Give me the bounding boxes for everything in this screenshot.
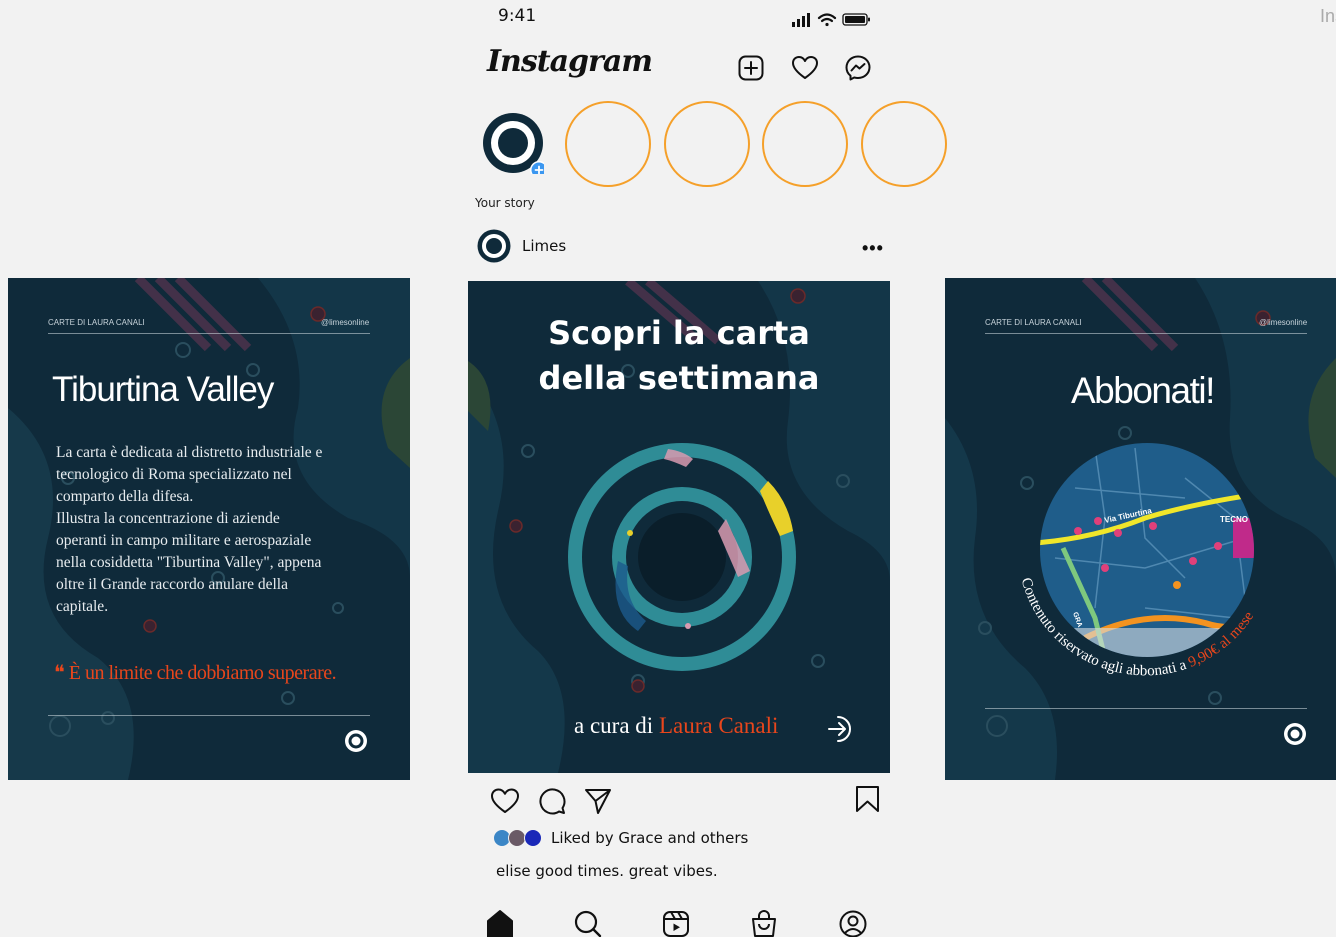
post-image[interactable]: Scopri la carta della settimana a cura d… [468, 281, 890, 773]
search-icon[interactable] [573, 908, 603, 937]
story-ring[interactable] [664, 101, 750, 187]
likes-text[interactable]: Liked by Grace and others [551, 829, 748, 847]
post-caption: elise good times. great vibes. [496, 862, 718, 880]
arrow-right-icon[interactable] [825, 714, 855, 744]
left-carousel-card[interactable]: CARTE DI LAURA CANALI @limesonline Tibur… [8, 278, 410, 780]
bookmark-icon[interactable] [853, 784, 883, 814]
home-icon[interactable] [485, 908, 515, 937]
top-divider [985, 333, 1307, 334]
signal-icon [792, 13, 810, 27]
heart-icon[interactable] [791, 54, 819, 82]
card-body-text: La carta è dedicata al distretto industr… [56, 444, 323, 615]
story-ring[interactable] [762, 101, 848, 187]
card-title: Abbonati! [1071, 370, 1215, 411]
comment-icon[interactable] [537, 786, 567, 816]
liked-by-avatars[interactable] [493, 829, 545, 847]
bottom-divider [48, 715, 370, 716]
target-graphic [568, 443, 796, 671]
battery-icon [842, 13, 870, 26]
top-divider [48, 333, 370, 334]
card-title: Tiburtina Valley [52, 370, 274, 409]
limes-logo-icon [1284, 723, 1306, 745]
reels-icon[interactable] [661, 908, 691, 937]
card-quote: ❝ È un limite che dobbiamo superare. [54, 662, 337, 684]
credit-author: Laura Canali [658, 713, 779, 738]
status-time: 9:41 [498, 6, 537, 26]
add-post-icon[interactable] [737, 54, 765, 82]
card-credit-label: CARTE DI LAURA CANALI [985, 318, 1082, 327]
status-icons [792, 13, 870, 27]
right-carousel-card[interactable]: Via Tiburtina TECNO GRA Contenuto riserv… [945, 278, 1336, 780]
more-options-icon[interactable]: ••• [862, 239, 884, 257]
profile-icon[interactable] [838, 908, 868, 937]
credit-prefix: a cura di [574, 713, 659, 738]
share-icon[interactable] [583, 786, 613, 816]
post-credit: a cura di Laura Canali [574, 713, 778, 739]
card-credit-label: CARTE DI LAURA CANALI [48, 318, 145, 327]
limes-logo-icon [345, 730, 367, 752]
shop-icon[interactable] [749, 908, 779, 937]
card-handle-label: @limesonline [1259, 318, 1308, 327]
post-username[interactable]: Limes [522, 237, 566, 255]
card-handle-label: @limesonline [321, 318, 370, 327]
map-background: Via Tiburtina TECNO GRA Contenuto riserv… [945, 278, 1336, 780]
post-avatar[interactable] [477, 229, 511, 263]
map-area-label: TECNO [1220, 515, 1248, 524]
post-headline: Scopri la carta della settimana [538, 314, 820, 397]
your-story-label: Your story [475, 196, 535, 210]
like-icon[interactable] [490, 786, 520, 816]
bottom-divider [985, 708, 1307, 709]
your-story-avatar[interactable] [482, 112, 544, 174]
wifi-icon [817, 13, 837, 27]
instagram-logo[interactable]: Instagram [487, 44, 653, 79]
messenger-icon[interactable] [844, 54, 872, 82]
story-ring[interactable] [861, 101, 947, 187]
partial-header-text: Ins [1320, 6, 1336, 26]
story-ring[interactable] [565, 101, 651, 187]
